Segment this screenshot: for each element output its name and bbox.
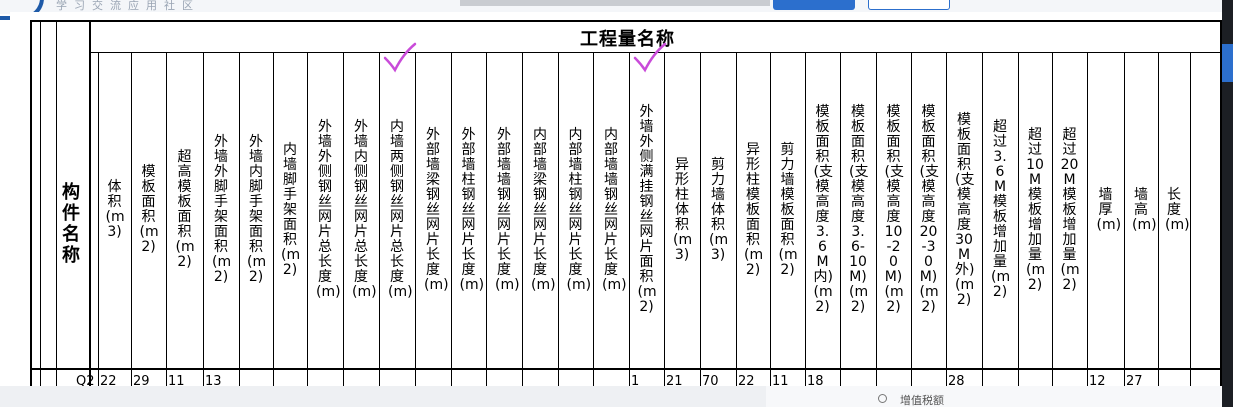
top-secondary-button[interactable] xyxy=(868,0,950,10)
column-border xyxy=(343,52,344,400)
check-mark-icon xyxy=(383,42,417,73)
left-inner-border xyxy=(40,20,41,400)
column-border xyxy=(629,52,630,400)
column-header[interactable]: 外墙内脚手架面积(m2) xyxy=(247,135,266,285)
column-header[interactable]: 模板面积(支模高度10-20M)(m2) xyxy=(885,105,904,315)
bottom-right-panel xyxy=(766,386,1222,407)
right-edge-blue-tab[interactable] xyxy=(1222,44,1233,82)
row-header-label: 构件名称 xyxy=(62,182,80,266)
column-border xyxy=(946,52,947,400)
column-border xyxy=(273,52,274,400)
column-header[interactable]: 墙厚(m) xyxy=(1097,187,1122,233)
column-border xyxy=(1190,52,1191,400)
column-header[interactable]: 长度(m) xyxy=(1165,187,1190,233)
name-col-border xyxy=(89,20,91,400)
column-header[interactable]: 超过3.6M模板增加量(m2) xyxy=(991,120,1010,300)
column-header[interactable]: 异形柱模板面积(m2) xyxy=(744,142,763,278)
column-header[interactable]: 外部墙梁钢丝网片长度(m) xyxy=(424,127,449,293)
column-border xyxy=(239,52,240,400)
column-border xyxy=(522,52,523,400)
column-header[interactable]: 超过10M模板增加量(m2) xyxy=(1026,127,1045,293)
column-header[interactable]: 模板面积(支模高度3.6-10M)(m2) xyxy=(849,105,868,315)
column-border xyxy=(558,52,559,400)
column-header[interactable]: 异形柱体积(m3) xyxy=(673,157,692,263)
top-primary-button[interactable] xyxy=(773,0,855,10)
top-search-bar[interactable] xyxy=(460,0,770,6)
column-header[interactable]: 内墙脚手架面积(m2) xyxy=(281,142,300,278)
search-icon xyxy=(878,394,887,403)
column-header[interactable]: 外部墙墙钢丝网片长度(m) xyxy=(495,127,520,293)
column-header[interactable]: 外部墙柱钢丝网片长度(m) xyxy=(460,127,485,293)
column-border xyxy=(805,52,806,400)
column-header[interactable]: 外墙内侧钢丝网片总长度(m) xyxy=(352,120,377,300)
column-header[interactable]: 模板面积(支模高度20-30M)(m2) xyxy=(920,105,939,315)
column-header[interactable]: 内墙两侧钢丝网片总长度(m) xyxy=(388,120,413,300)
column-border xyxy=(203,52,204,400)
column-header[interactable]: 内部墙墙钢丝网片长度(m) xyxy=(602,127,627,293)
column-header[interactable]: 内部墙柱钢丝网片长度(m) xyxy=(567,127,592,293)
column-border xyxy=(593,52,594,400)
column-header[interactable]: 外墙外脚手架面积(m2) xyxy=(212,135,231,285)
column-border xyxy=(840,52,841,400)
column-border xyxy=(379,52,380,400)
column-border xyxy=(1018,52,1019,400)
column-header[interactable]: 剪力墙模板面积(m2) xyxy=(779,142,798,278)
column-border xyxy=(736,52,737,400)
bottom-overlap-row xyxy=(0,386,768,407)
column-header[interactable]: 模板面积(m2) xyxy=(140,165,159,255)
column-border xyxy=(982,52,983,400)
column-border xyxy=(1158,52,1159,400)
bottom-panel-text: 增值税额 xyxy=(900,394,944,407)
spreadsheet-sheet: 工程量名称 构件名称 体积(m3) 模板面积(m2) 超高模板面积(m2) 外墙外脚手… xyxy=(10,12,1222,407)
column-border xyxy=(664,52,665,400)
column-border xyxy=(1124,52,1125,400)
column-border xyxy=(700,52,701,400)
left-inner-border-2 xyxy=(56,20,57,400)
column-header[interactable]: 内部墙梁钢丝网片长度(m) xyxy=(531,127,556,293)
column-border xyxy=(131,52,132,400)
column-border xyxy=(415,52,416,400)
check-mark-icon xyxy=(633,42,667,73)
column-border xyxy=(1052,52,1053,400)
column-header[interactable]: 超高模板面积(m2) xyxy=(176,150,195,270)
column-border xyxy=(98,52,99,400)
column-border xyxy=(911,52,912,400)
site-name: 学习交流应用社区 xyxy=(56,0,200,12)
column-header[interactable]: 墙高(m) xyxy=(1132,187,1157,233)
column-header[interactable]: 体积(m3) xyxy=(106,180,125,240)
column-border xyxy=(307,52,308,400)
column-border xyxy=(486,52,487,400)
row-divider xyxy=(30,368,1220,370)
column-header[interactable]: 超过20M模板增加量(m2) xyxy=(1061,127,1080,293)
column-header[interactable]: 外墙外侧满挂钢丝网片面积(m2) xyxy=(638,105,657,315)
column-border xyxy=(876,52,877,400)
column-header[interactable]: 模板面积(支模高度3.6M内)(m2) xyxy=(814,105,833,315)
column-header[interactable]: 模板面积(支模高度30M外)(m2) xyxy=(955,112,974,308)
column-border xyxy=(451,52,452,400)
column-border xyxy=(770,52,771,400)
column-border xyxy=(166,52,167,400)
column-border xyxy=(1087,52,1088,400)
column-header[interactable]: 外墙外侧钢丝网片总长度(m) xyxy=(316,120,341,300)
column-header[interactable]: 剪力墙体积(m3) xyxy=(709,157,728,263)
